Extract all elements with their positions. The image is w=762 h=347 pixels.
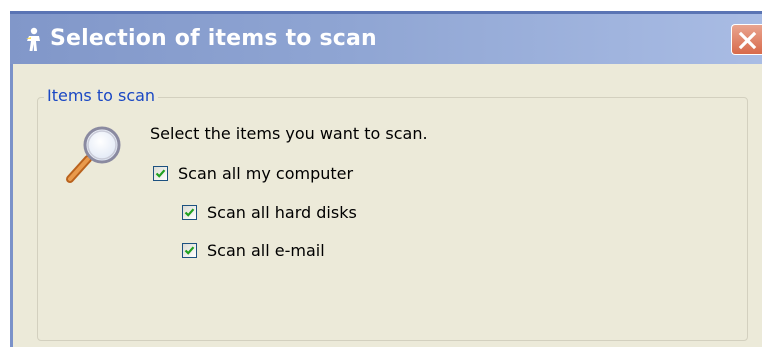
option-label: Scan all my computer (178, 164, 354, 183)
instruction-text: Select the items you want to scan. (150, 124, 428, 143)
window-title: Selection of items to scan (50, 26, 377, 51)
scan-all-email-checkbox[interactable] (182, 243, 197, 258)
checkmark-icon (184, 246, 195, 255)
title-bar[interactable]: Selection of items to scan (0, 0, 762, 64)
scan-all-email-option[interactable]: Scan all e-mail (182, 241, 325, 260)
checkmark-icon (155, 169, 166, 178)
close-icon (738, 31, 757, 50)
magnifier-icon (64, 121, 130, 187)
dialog-body: Items to scan Select the items you want … (10, 64, 762, 347)
scan-all-computer-option[interactable]: Scan all my computer (153, 164, 353, 183)
scan-all-hard-disks-option[interactable]: Scan all hard disks (182, 203, 357, 222)
option-label: Scan all e-mail (207, 241, 325, 260)
app-figure-icon (23, 26, 45, 54)
close-button[interactable] (731, 24, 762, 55)
checkmark-icon (184, 208, 195, 217)
scan-selection-dialog: Selection of items to scan Items to scan (0, 0, 762, 347)
option-label: Scan all hard disks (207, 203, 357, 222)
scan-all-computer-checkbox[interactable] (153, 166, 168, 181)
scan-all-hard-disks-checkbox[interactable] (182, 205, 197, 220)
group-legend: Items to scan (44, 86, 159, 105)
